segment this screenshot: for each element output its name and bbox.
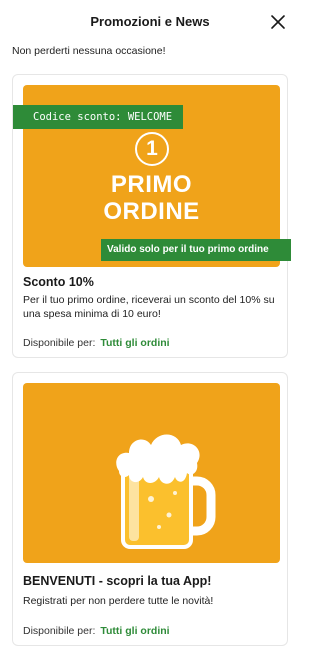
subtitle: Non perderti nessuna occasione! xyxy=(12,45,166,57)
promo-number-badge: 1 xyxy=(135,132,169,166)
close-icon[interactable] xyxy=(270,14,286,30)
availability: Disponibile per: Tutti gli ordini xyxy=(23,625,170,637)
validity-tag: Valido solo per il tuo primo ordine xyxy=(101,239,291,261)
promo-card[interactable]: BENVENUTI - scopri la tua App! Registrat… xyxy=(12,372,288,646)
promo-image-line1: PRIMO xyxy=(110,171,193,198)
promo-image-line2: ORDINE xyxy=(103,198,200,225)
promo-description: Per il tuo primo ordine, riceverai un sc… xyxy=(23,294,275,320)
availability-value-link[interactable]: Tutti gli ordini xyxy=(100,337,169,349)
availability-value-link[interactable]: Tutti gli ordini xyxy=(100,625,169,637)
promo-card[interactable]: Codice sconto: WELCOME 1 PRIMO ORDINE Va… xyxy=(12,74,291,358)
promo-title: Sconto 10% xyxy=(23,275,94,289)
availability-label: Disponibile per: xyxy=(23,625,96,637)
availability-label: Disponibile per: xyxy=(23,337,96,349)
availability: Disponibile per: Tutti gli ordini xyxy=(23,337,170,349)
promo-image xyxy=(23,383,280,563)
page-title: Promozioni e News xyxy=(90,14,210,29)
promo-description: Registrati per non perdere tutte le novi… xyxy=(23,595,214,607)
beer-mug-icon xyxy=(116,434,216,549)
header: Promozioni e News xyxy=(0,0,300,44)
promo-image-text: PRIMO ORDINE xyxy=(23,171,280,225)
promo-title: BENVENUTI - scopri la tua App! xyxy=(23,574,212,588)
discount-code-tag: Codice sconto: WELCOME xyxy=(13,105,183,129)
